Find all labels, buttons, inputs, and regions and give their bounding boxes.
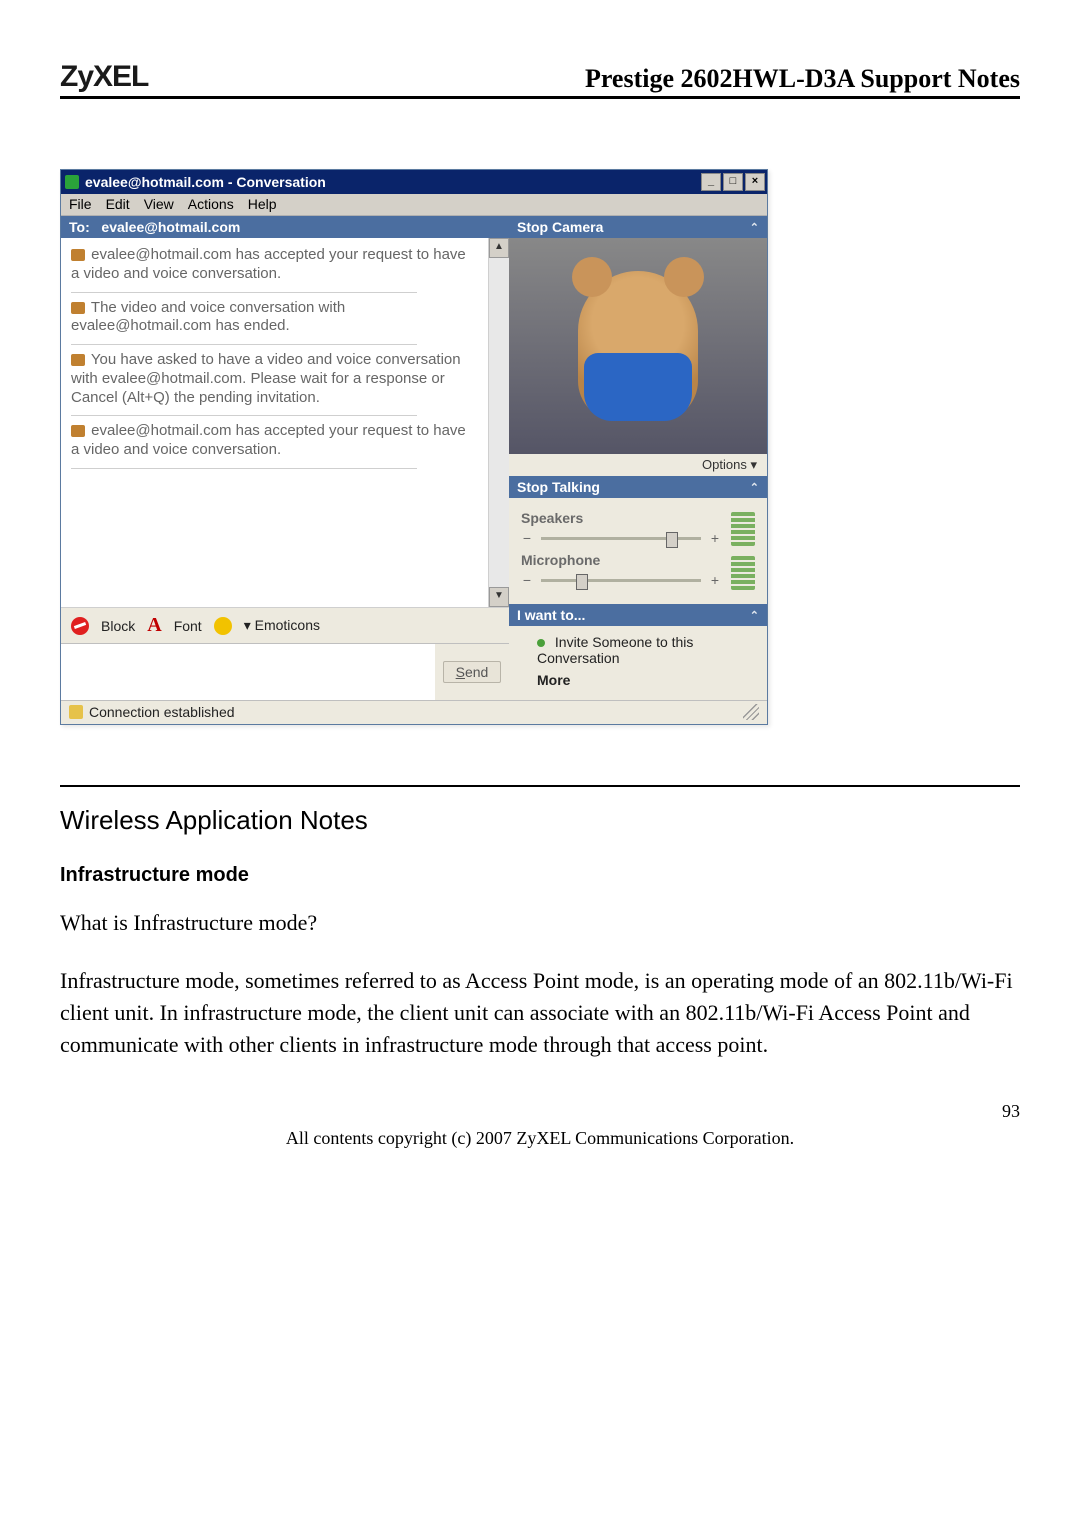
log-line: evalee@hotmail.com has accepted your req… [71, 246, 466, 282]
logo: ZyXEL [60, 60, 148, 94]
log-line: The video and voice conversation with ev… [71, 299, 345, 335]
to-bar: To: evalee@hotmail.com [61, 216, 509, 238]
panel-title: I want to... [517, 607, 585, 623]
options-dropdown[interactable]: Options ▾ [702, 457, 757, 472]
window-title: evalee@hotmail.com - Conversation [85, 174, 326, 190]
window-titlebar[interactable]: evalee@hotmail.com - Conversation _ □ × [61, 170, 767, 194]
send-button[interactable]: SSendend [443, 661, 502, 683]
section-divider [60, 785, 1020, 787]
video-content [578, 271, 698, 421]
more-link[interactable]: More [537, 672, 755, 688]
connection-icon [69, 705, 83, 719]
maximize-button[interactable]: □ [723, 173, 743, 191]
scroll-up-icon[interactable]: ▲ [489, 238, 509, 258]
body-text: What is Infrastructure mode? [60, 907, 1020, 939]
section-heading: Wireless Application Notes [60, 805, 1020, 836]
panel-title: Stop Camera [517, 219, 603, 235]
status-icon [71, 249, 85, 261]
increase-icon[interactable]: + [709, 572, 721, 588]
microphone-slider[interactable] [541, 579, 701, 582]
app-icon [65, 175, 79, 189]
menu-file[interactable]: File [69, 196, 92, 212]
menu-view[interactable]: View [144, 196, 174, 212]
resize-grip-icon[interactable] [743, 704, 759, 720]
video-preview [509, 238, 767, 454]
status-icon [71, 302, 85, 314]
close-button[interactable]: × [745, 173, 765, 191]
log-line: You have asked to have a video and voice… [71, 351, 461, 406]
subsection-heading: Infrastructure mode [60, 864, 1020, 887]
speakers-slider[interactable] [541, 537, 701, 540]
status-icon [71, 354, 85, 366]
chat-toolbar: Block A Font ▾ Emoticons [61, 607, 509, 643]
messenger-window: evalee@hotmail.com - Conversation _ □ × … [60, 169, 768, 725]
emoticons-dropdown[interactable]: ▾ Emoticons [244, 617, 320, 634]
copyright-footer: All contents copyright (c) 2007 ZyXEL Co… [60, 1128, 1020, 1149]
body-text: Infrastructure mode, sometimes referred … [60, 965, 1020, 1061]
increase-icon[interactable]: + [709, 530, 721, 546]
to-value: evalee@hotmail.com [101, 219, 240, 235]
collapse-icon[interactable]: ⌃ [750, 221, 759, 234]
decrease-icon[interactable]: − [521, 530, 533, 546]
conversation-log: evalee@hotmail.com has accepted your req… [61, 238, 488, 584]
invite-link[interactable]: Invite Someone to this Conversation [537, 634, 755, 666]
panel-i-want-to[interactable]: I want to... ⌃ [509, 604, 767, 626]
speakers-label: Speakers [521, 510, 721, 526]
panel-title: Stop Talking [517, 479, 600, 495]
message-input[interactable] [61, 643, 435, 700]
collapse-icon[interactable]: ⌃ [750, 609, 759, 622]
speaker-level-meter [731, 512, 755, 546]
to-label: To: [69, 219, 90, 235]
menu-edit[interactable]: Edit [106, 196, 130, 212]
doc-title: Prestige 2602HWL-D3A Support Notes [585, 64, 1020, 94]
status-icon [71, 425, 85, 437]
block-icon[interactable] [71, 617, 89, 635]
bullet-icon [537, 639, 545, 647]
menu-actions[interactable]: Actions [188, 196, 234, 212]
doc-header: ZyXEL Prestige 2602HWL-D3A Support Notes [60, 60, 1020, 99]
collapse-icon[interactable]: ⌃ [750, 481, 759, 494]
block-button[interactable]: Block [101, 618, 135, 634]
status-text: Connection established [89, 704, 235, 720]
scrollbar[interactable]: ▲ ▼ [488, 238, 509, 607]
menubar: File Edit View Actions Help [61, 194, 767, 216]
decrease-icon[interactable]: − [521, 572, 533, 588]
minimize-button[interactable]: _ [701, 173, 721, 191]
scroll-down-icon[interactable]: ▼ [489, 587, 509, 607]
panel-stop-talking[interactable]: Stop Talking ⌃ [509, 476, 767, 498]
mic-level-meter [731, 556, 755, 590]
emoticon-icon[interactable] [214, 617, 232, 635]
font-button[interactable]: Font [174, 618, 202, 634]
panel-stop-camera[interactable]: Stop Camera ⌃ [509, 216, 767, 238]
microphone-label: Microphone [521, 552, 721, 568]
page-number: 93 [60, 1101, 1020, 1122]
menu-help[interactable]: Help [248, 196, 277, 212]
status-bar: Connection established [61, 700, 767, 724]
log-line: evalee@hotmail.com has accepted your req… [71, 422, 466, 458]
font-icon[interactable]: A [147, 614, 161, 637]
